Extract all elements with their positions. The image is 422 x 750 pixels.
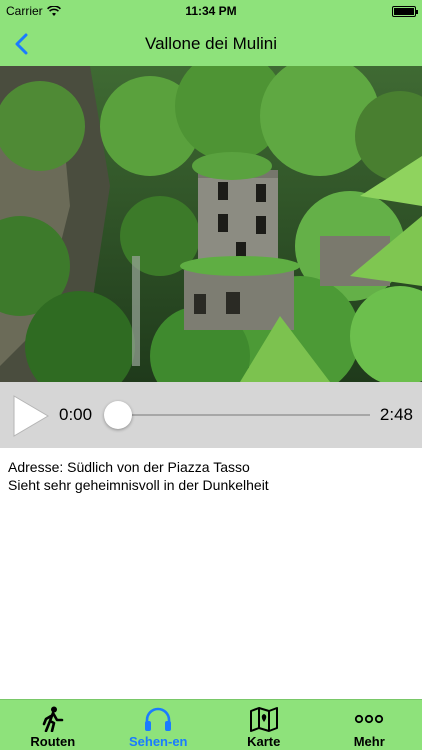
more-dots-icon [355,714,384,724]
back-button[interactable] [6,28,36,60]
tab-bar: Routen Sehen-en Karte Mehr [0,699,422,750]
audio-player: 0:00 2:48 [0,382,422,448]
tab-label: Sehen-en [128,734,188,749]
address-line: Adresse: Südlich von der Piazza Tasso [8,459,250,475]
status-time: 11:34 PM [185,4,237,18]
page-title: Vallone dei Mulini [145,34,277,53]
current-time: 0:00 [59,405,93,424]
navigation-bar: Vallone dei Mulini [0,22,422,66]
status-bar: Carrier 11:34 PM [0,0,422,22]
slider-thumb[interactable] [104,401,132,429]
description-line: Sieht sehr geheimnisvoll in der Dunkelhe… [8,477,269,493]
headphones-icon [145,707,172,731]
top-bar: Carrier 11:34 PM Vallone dei Mulini [0,0,422,66]
total-time: 2:48 [379,405,413,424]
tab-mehr[interactable]: Mehr [317,700,422,750]
place-description: Adresse: Südlich von der Piazza Tasso Si… [8,458,418,494]
play-button[interactable] [10,394,50,438]
place-photo [0,66,422,382]
tab-sehen-en[interactable]: Sehen-en [106,700,212,750]
tab-label: Routen [30,734,76,749]
tab-routen[interactable]: Routen [0,700,106,750]
slider-track [114,414,370,416]
tab-karte[interactable]: Karte [211,700,317,750]
battery-icon [392,6,418,17]
chevron-left-icon [15,33,28,55]
map-icon [249,707,278,732]
walking-person-icon [42,706,64,732]
progress-slider[interactable] [104,400,370,430]
tab-label: Karte [247,734,281,749]
tab-label: Mehr [353,734,385,749]
mill-ruin-image [0,66,422,382]
